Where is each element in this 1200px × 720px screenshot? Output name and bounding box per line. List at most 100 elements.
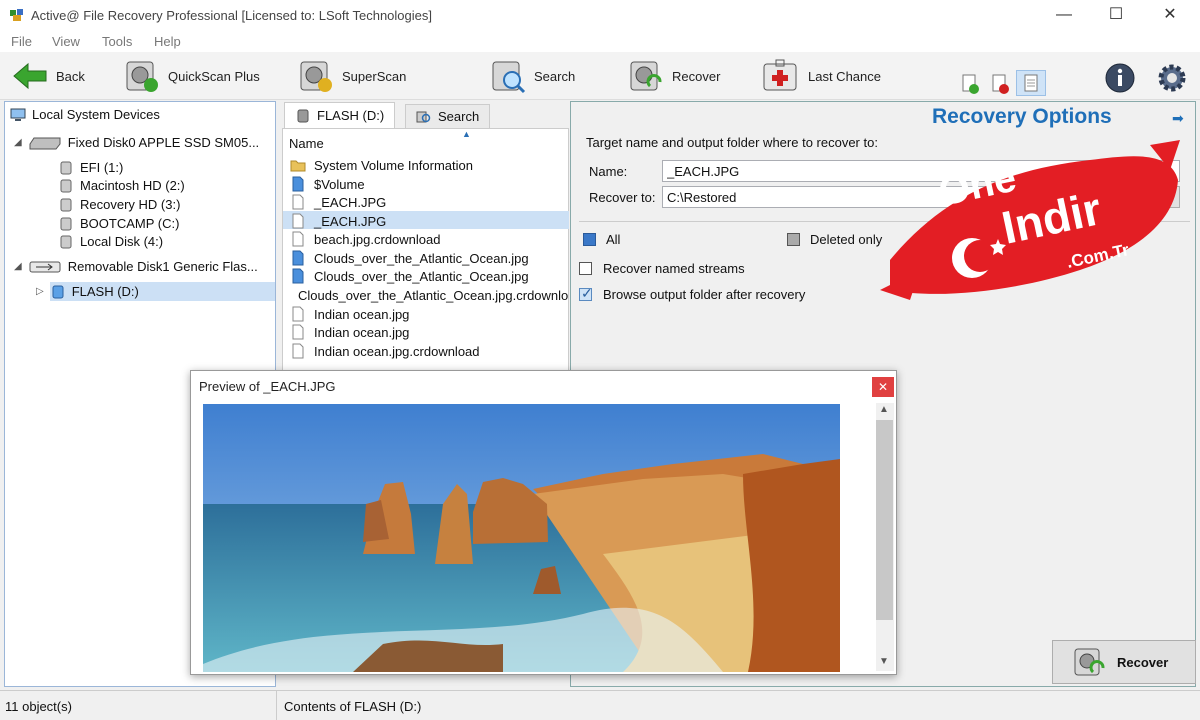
target-label: Target name and output folder where to r…: [586, 135, 878, 150]
partition-label: BOOTCAMP (C:): [80, 216, 180, 231]
hard-drive-icon: [29, 137, 61, 149]
quickscan-button[interactable]: QuickScan Plus: [124, 56, 260, 96]
partition-label: EFI (1:): [80, 160, 124, 175]
tree-root-label: Local System Devices: [32, 107, 160, 122]
menu-file[interactable]: File: [11, 34, 32, 49]
file-row[interactable]: Indian ocean.jpg: [290, 323, 568, 341]
search-label: Search: [534, 68, 576, 84]
window-title: Active@ File Recovery Professional [Lice…: [31, 8, 432, 23]
sort-ascending-icon: ▲: [462, 129, 471, 139]
browse-after-checkbox[interactable]: ✓: [579, 285, 593, 301]
tree-partition[interactable]: Macintosh HD (2:): [58, 178, 185, 193]
deleted-only-radio[interactable]: [787, 233, 800, 246]
tree-disk0-label: Fixed Disk0 APPLE SSD SM05...: [67, 135, 260, 150]
info-icon[interactable]: [1103, 62, 1137, 94]
image-file-icon: [292, 268, 304, 284]
tab-search-label: Search: [438, 109, 480, 124]
partition-label: Macintosh HD (2:): [80, 178, 185, 193]
expand-arrow-icon[interactable]: ▷: [36, 286, 44, 297]
tab-search[interactable]: Search: [405, 104, 491, 128]
file-name: Indian ocean.jpg: [314, 306, 410, 322]
flash-tab-icon: [297, 109, 309, 122]
partition-icon: [60, 217, 72, 230]
tree-disk1[interactable]: ◢ Removable Disk1 Generic Flas...: [14, 259, 258, 274]
file-row[interactable]: Indian ocean.jpg: [290, 305, 568, 323]
menu-view[interactable]: View: [52, 34, 80, 49]
image-file-icon: [292, 176, 304, 192]
disk-scan-icon: [126, 61, 158, 92]
tree-partition-flash[interactable]: ▷ FLASH (D:): [36, 284, 139, 299]
scroll-up-icon[interactable]: ▲: [879, 404, 889, 415]
file-row[interactable]: System Volume Information: [290, 156, 568, 174]
search-button[interactable]: Search: [490, 56, 575, 96]
file-name: Indian ocean.jpg.crdownload: [314, 343, 480, 359]
recover-button-label: Recover: [1117, 654, 1169, 670]
recover-toolbar-label: Recover: [672, 68, 721, 84]
back-arrow-icon: [13, 62, 47, 90]
partition-label: Recovery HD (3:): [80, 197, 181, 212]
browse-after-label: Browse output folder after recovery: [603, 287, 806, 302]
file-row[interactable]: Clouds_over_the_Atlantic_Ocean.jpg: [290, 267, 568, 285]
scroll-down-icon[interactable]: ▼: [879, 656, 889, 667]
tree-root[interactable]: Local System Devices: [10, 107, 160, 122]
preview-close-button[interactable]: ✕: [872, 377, 894, 397]
close-button[interactable]: ✕: [1147, 0, 1193, 30]
menu-tools[interactable]: Tools: [102, 34, 132, 49]
tree-partition[interactable]: Recovery HD (3:): [58, 197, 180, 212]
file-name: $Volume: [314, 176, 365, 192]
tree-partition[interactable]: Local Disk (4:): [58, 234, 163, 249]
named-streams-label: Recover named streams: [603, 261, 745, 276]
tree-partition[interactable]: BOOTCAMP (C:): [58, 216, 179, 231]
file-name: beach.jpg.crdownload: [314, 231, 441, 247]
partition-icon: [60, 161, 72, 174]
collapse-arrow-icon[interactable]: ◢: [14, 261, 22, 272]
lastchance-button[interactable]: Last Chance: [762, 56, 881, 96]
all-label: All: [606, 232, 621, 247]
minimize-button[interactable]: —: [1041, 0, 1087, 30]
lastchance-label: Last Chance: [808, 68, 881, 84]
scrollbar-thumb[interactable]: [876, 420, 893, 620]
maximize-button[interactable]: ☐: [1093, 0, 1139, 30]
recover-icon: [630, 61, 662, 91]
named-streams-checkbox[interactable]: [579, 262, 592, 275]
file-name: Indian ocean.jpg: [314, 324, 410, 340]
file-row[interactable]: beach.jpg.crdownload: [290, 230, 568, 248]
file-row[interactable]: Indian ocean.jpg.crdownload: [290, 342, 568, 360]
search-tab-icon: [416, 111, 431, 122]
computer-icon: [10, 108, 26, 121]
file-row[interactable]: $Volume: [290, 175, 568, 193]
settings-gear-icon[interactable]: [1156, 62, 1188, 94]
status-object-count: 11 object(s): [5, 699, 72, 714]
document-view-toggle[interactable]: [1016, 70, 1046, 96]
file-name: Clouds_over_the_Atlantic_Ocean.jpg.crdow…: [298, 287, 568, 303]
file-icon: [292, 324, 304, 340]
file-row[interactable]: Clouds_over_the_Atlantic_Ocean.jpg.crdow…: [290, 286, 568, 304]
arrow-right-icon[interactable]: ➡: [1172, 110, 1184, 127]
back-label: Back: [56, 68, 85, 84]
tab-flash-label: FLASH (D:): [317, 108, 385, 123]
usb-drive-icon: [29, 261, 61, 272]
file-row[interactable]: Clouds_over_the_Atlantic_Ocean.jpg: [290, 249, 568, 267]
superscan-button[interactable]: SuperScan: [298, 56, 406, 96]
beach-photo: [203, 404, 840, 672]
tree-partition[interactable]: EFI (1:): [58, 160, 123, 175]
recover-to-label: Recover to:: [589, 190, 656, 205]
column-header-name[interactable]: Name: [289, 136, 324, 151]
document-remove-icon[interactable]: [992, 74, 1010, 94]
menu-help[interactable]: Help: [154, 34, 181, 49]
file-row[interactable]: _EACH.JPG: [290, 193, 568, 211]
tree-disk0[interactable]: ◢ Fixed Disk0 APPLE SSD SM05...: [14, 135, 259, 150]
status-contents: Contents of FLASH (D:): [284, 699, 422, 714]
options-title: Recovery Options: [932, 105, 1112, 128]
recover-button[interactable]: Recover: [1052, 640, 1196, 684]
recover-toolbar-button[interactable]: Recover: [628, 56, 720, 96]
partition-icon: [60, 198, 72, 211]
quickscan-label: QuickScan Plus: [168, 68, 260, 84]
back-button[interactable]: Back: [12, 56, 85, 96]
collapse-arrow-icon[interactable]: ◢: [14, 137, 22, 148]
tree-disk1-label: Removable Disk1 Generic Flas...: [67, 259, 258, 274]
file-row[interactable]: _EACH.JPG: [290, 212, 568, 230]
document-check-icon[interactable]: [962, 74, 980, 94]
all-radio[interactable]: [583, 233, 596, 246]
tab-flash[interactable]: FLASH (D:): [284, 102, 396, 128]
